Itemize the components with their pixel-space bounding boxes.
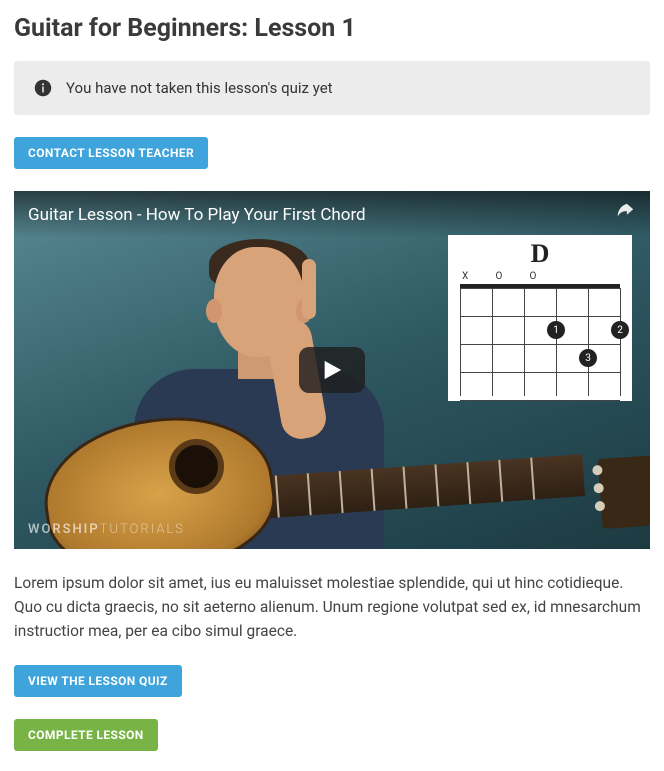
view-quiz-button[interactable]: View the Lesson Quiz xyxy=(14,665,182,697)
lesson-video[interactable]: Guitar Lesson - How To Play Your First C… xyxy=(14,191,650,549)
lesson-description: Lorem ipsum dolor sit amet, ius eu malui… xyxy=(14,571,650,643)
chord-name: D xyxy=(458,239,622,269)
guitar-sound-hole xyxy=(169,439,224,494)
quiz-notice-text: You have not taken this lesson's quiz ye… xyxy=(66,79,333,97)
chord-diagram: D X O O 1 23 xyxy=(448,235,632,401)
share-icon[interactable] xyxy=(614,201,636,228)
chord-dot: 2 xyxy=(611,321,629,339)
guitar-head xyxy=(598,455,650,529)
chord-dot: 3 xyxy=(579,349,597,367)
contact-teacher-button[interactable]: Contact Lesson Teacher xyxy=(14,137,208,169)
video-watermark: WORSHIPTUTORIALS xyxy=(28,522,185,537)
complete-lesson-button[interactable]: Complete Lesson xyxy=(14,719,158,751)
chord-top-marks: X O O xyxy=(458,271,622,282)
info-icon xyxy=(34,79,52,97)
video-title: Guitar Lesson - How To Play Your First C… xyxy=(28,205,366,225)
quiz-notice: You have not taken this lesson's quiz ye… xyxy=(14,61,650,115)
page-title: Guitar for Beginners: Lesson 1 xyxy=(14,14,650,43)
play-button[interactable] xyxy=(299,347,365,393)
chord-dot: 1 xyxy=(547,321,565,339)
